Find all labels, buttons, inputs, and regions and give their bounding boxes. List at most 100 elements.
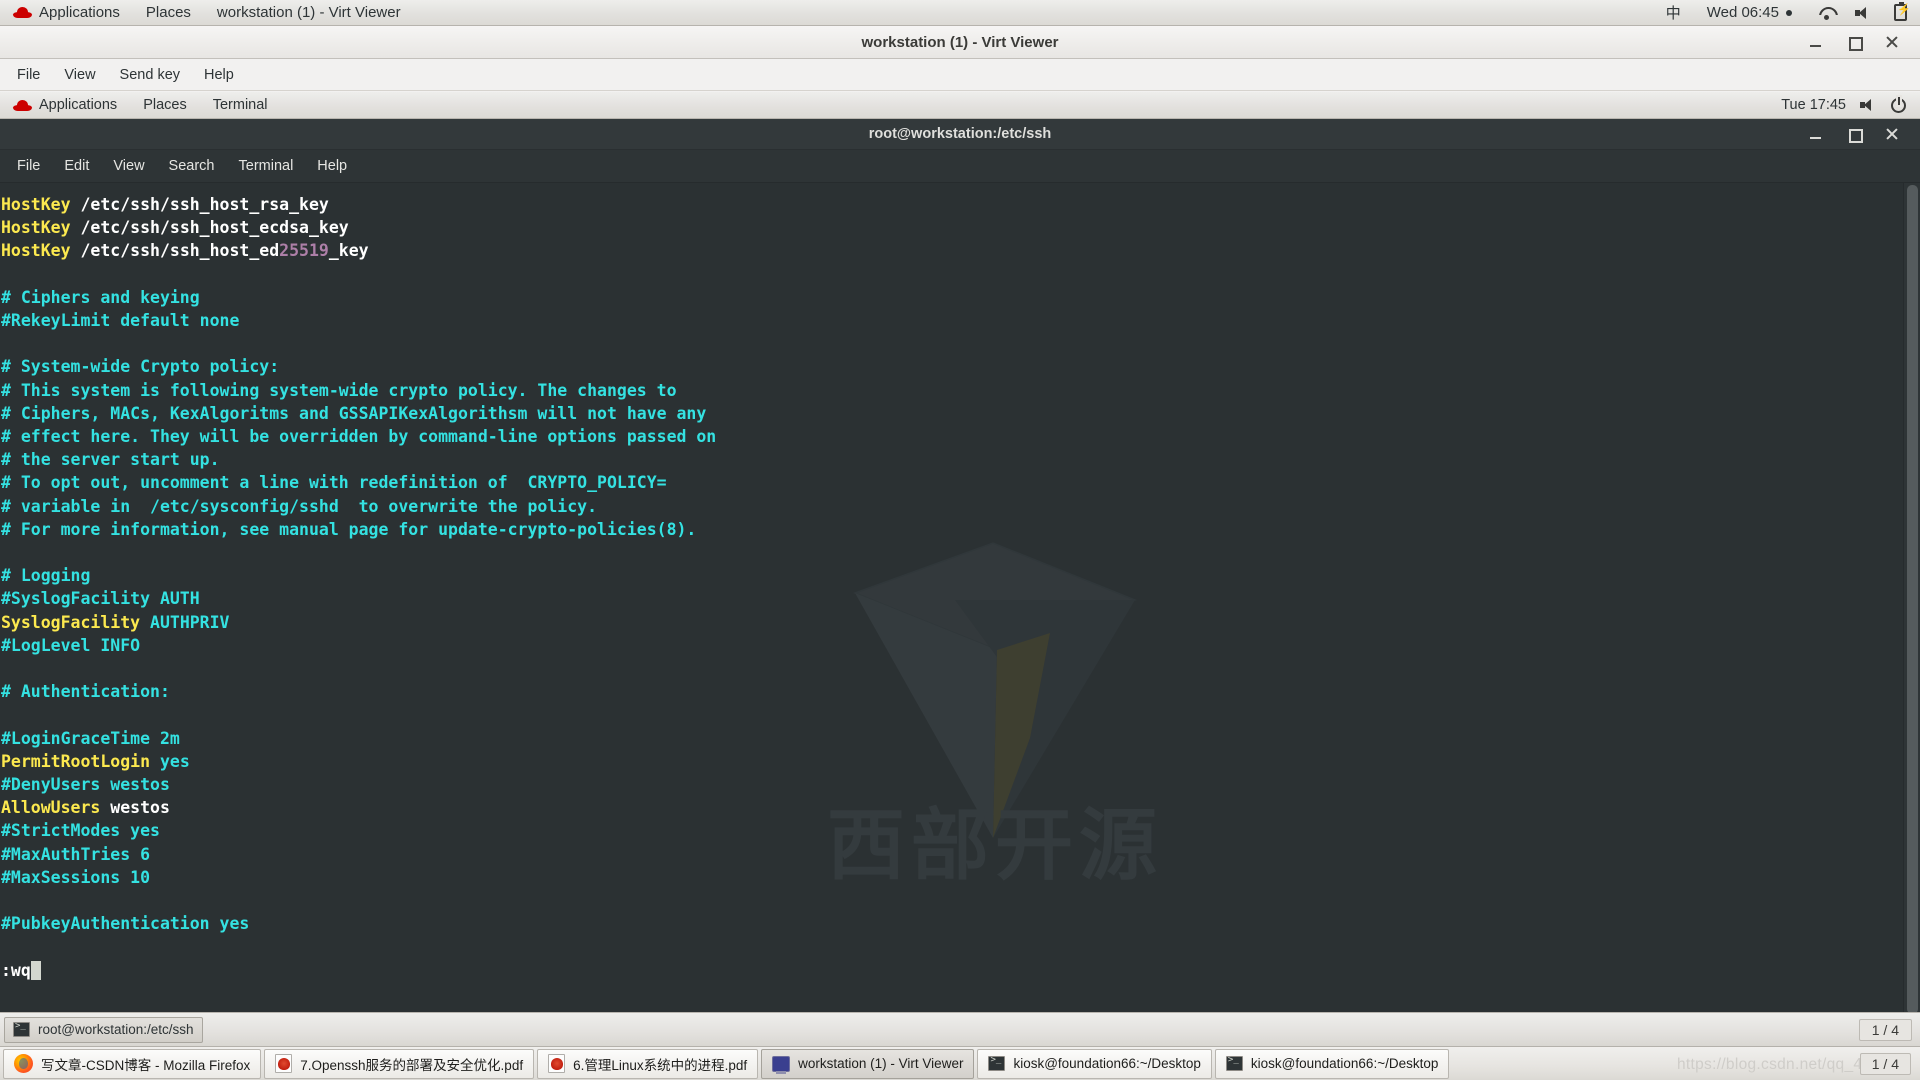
close-icon[interactable] [1884,34,1900,50]
terminal-span: # the server start up. [1,450,220,470]
terminal-span: /etc/ssh/ssh_host_ecdsa_key [70,218,349,238]
terminal-span: AUTHPRIV [140,612,230,632]
host-system-indicators[interactable] [1805,0,1920,26]
pdf-icon [548,1054,566,1073]
terminal-span: #MaxAuthTries 6 [1,844,151,864]
terminal-line: #SyslogFacility AUTH [1,587,1902,610]
guest-taskbar-item-terminal[interactable]: root@workstation:/etc/ssh [4,1016,203,1043]
guest-top-panel: Applications Places Terminal Tue 17:45 [0,92,1920,119]
maximize-icon[interactable] [1846,126,1863,143]
terminal-span: /etc/ssh/ssh_host_ed [70,241,280,261]
terminal-line: # Authentication: [1,680,1902,703]
redhat-icon [13,6,32,19]
terminal-span: SyslogFacility [1,612,141,632]
terminal-span: HostKey [1,218,71,238]
input-method-indicator[interactable]: 中 [1653,0,1694,26]
host-taskbar-item-pdf-process[interactable]: 6.管理Linux系统中的进程.pdf [537,1048,759,1079]
guest-places-menu[interactable]: Places [130,92,200,119]
terminal-line: # This system is following system-wide c… [1,379,1902,402]
terminal-span: #DenyUsers westos [1,775,170,795]
terminal-span: #RekeyLimit default none [1,311,240,331]
terminal-line: # To opt out, uncomment a line with rede… [1,471,1902,494]
power-icon[interactable] [1891,96,1906,113]
terminal-line: AllowUsers westos [1,796,1902,819]
virt-viewer-icon [772,1055,791,1074]
terminal-window: root@workstation:/etc/ssh File Edit View… [0,119,1920,1012]
terminal-line: #MaxAuthTries 6 [1,843,1902,866]
host-taskbar: 写文章-CSDN博客 - Mozilla Firefox 7.Openssh服务… [0,1046,1920,1080]
term-menu-terminal[interactable]: Terminal [227,150,306,183]
host-clock[interactable]: Wed 06:45 [1694,0,1805,26]
term-menu-help[interactable]: Help [305,150,359,183]
vv-menu-help[interactable]: Help [192,59,246,91]
host-taskbar-item-kiosk-terminal-2[interactable]: kiosk@foundation66:~/Desktop [1214,1048,1450,1079]
host-applications-menu[interactable]: Applications [0,0,133,26]
scrollbar-thumb[interactable] [1907,185,1918,1012]
terminal-span: westos [100,798,170,818]
guest-clock[interactable]: Tue 17:45 [1781,97,1846,113]
vv-menu-view[interactable]: View [52,59,107,91]
terminal-icon [13,1021,30,1037]
virt-viewer-menubar: File View Send key Help [0,59,1920,91]
host-places-menu[interactable]: Places [133,0,204,26]
guest-taskbar: root@workstation:/etc/ssh 1 / 4 [0,1012,1920,1046]
terminal-span [30,960,41,980]
terminal-content-area[interactable]: 西部开源 HostKey /etc/ssh/ssh_host_rsa_key Ho… [0,183,1920,1012]
terminal-span: # variable in /etc/sysconfig/sshd to ove… [1,496,598,516]
terminal-line: HostKey /etc/ssh/ssh_host_rsa_key [1,193,1902,216]
host-top-panel: Applications Places workstation (1) - Vi… [0,0,1920,26]
guest-desktop: Applications Places Terminal Tue 17:45 r… [0,92,1920,1046]
virt-viewer-window: workstation (1) - Virt Viewer File View … [0,26,1920,1046]
terminal-span: _key [328,241,369,261]
close-icon[interactable] [1884,126,1900,142]
terminal-line: # For more information, see manual page … [1,518,1902,541]
terminal-span: yes [150,751,190,771]
vv-menu-file[interactable]: File [5,59,52,91]
terminal-span: #StrictModes yes [1,821,160,841]
host-taskbar-item-pdf-openssh[interactable]: 7.Openssh服务的部署及安全优化.pdf [264,1048,535,1079]
virt-viewer-title: workstation (1) - Virt Viewer [861,33,1059,51]
terminal-span: # This system is following system-wide c… [1,380,677,400]
guest-terminal-menu[interactable]: Terminal [200,92,281,119]
terminal-line: # effect here. They will be overridden b… [1,425,1902,448]
battery-charging-icon [1894,2,1911,21]
terminal-span: :wq [1,960,31,980]
vv-menu-sendkey[interactable]: Send key [108,59,192,91]
term-menu-search[interactable]: Search [157,150,227,183]
minimize-icon[interactable] [1808,126,1824,142]
terminal-icon [1225,1055,1243,1071]
term-menu-file[interactable]: File [5,150,52,183]
guest-workspace-indicator[interactable]: 1 / 4 [1858,1018,1912,1041]
terminal-line: PermitRootLogin yes [1,750,1902,773]
term-menu-view[interactable]: View [101,150,156,183]
terminal-line: HostKey /etc/ssh/ssh_host_ed25519_key [1,239,1902,262]
host-taskbar-item-kiosk-terminal-1[interactable]: kiosk@foundation66:~/Desktop [977,1048,1212,1079]
host-active-window-label[interactable]: workstation (1) - Virt Viewer [204,0,414,26]
virt-viewer-titlebar[interactable]: workstation (1) - Virt Viewer [0,26,1920,59]
term-menu-edit[interactable]: Edit [52,150,101,183]
guest-applications-menu[interactable]: Applications [0,92,130,119]
terminal-menubar: File Edit View Search Terminal Help [0,150,1920,183]
terminal-line: # the server start up. [1,448,1902,471]
terminal-line: # System-wide Crypto policy: [1,355,1902,378]
terminal-titlebar[interactable]: root@workstation:/etc/ssh [0,119,1920,150]
terminal-span: #LogLevel INFO [1,635,141,655]
terminal-span: # Authentication: [1,682,170,702]
terminal-span: # System-wide Crypto policy: [1,357,280,377]
host-taskbar-item-firefox[interactable]: 写文章-CSDN博客 - Mozilla Firefox [3,1048,262,1079]
speaker-icon[interactable] [1860,98,1877,112]
guest-status-area: Tue 17:45 [1781,96,1920,113]
maximize-icon[interactable] [1846,34,1863,51]
host-taskbar-item-virt-viewer[interactable]: workstation (1) - Virt Viewer [761,1048,975,1079]
minimize-icon[interactable] [1808,34,1824,50]
host-workspace-indicator[interactable]: 1 / 4 [1859,1053,1911,1075]
terminal-span: /etc/ssh/ssh_host_rsa_key [70,195,329,214]
terminal-line: #PubkeyAuthentication yes [1,912,1902,935]
terminal-line: # variable in /etc/sysconfig/sshd to ove… [1,495,1902,518]
terminal-scrollbar[interactable] [1903,183,1920,1012]
notification-dot-icon [1786,9,1792,16]
